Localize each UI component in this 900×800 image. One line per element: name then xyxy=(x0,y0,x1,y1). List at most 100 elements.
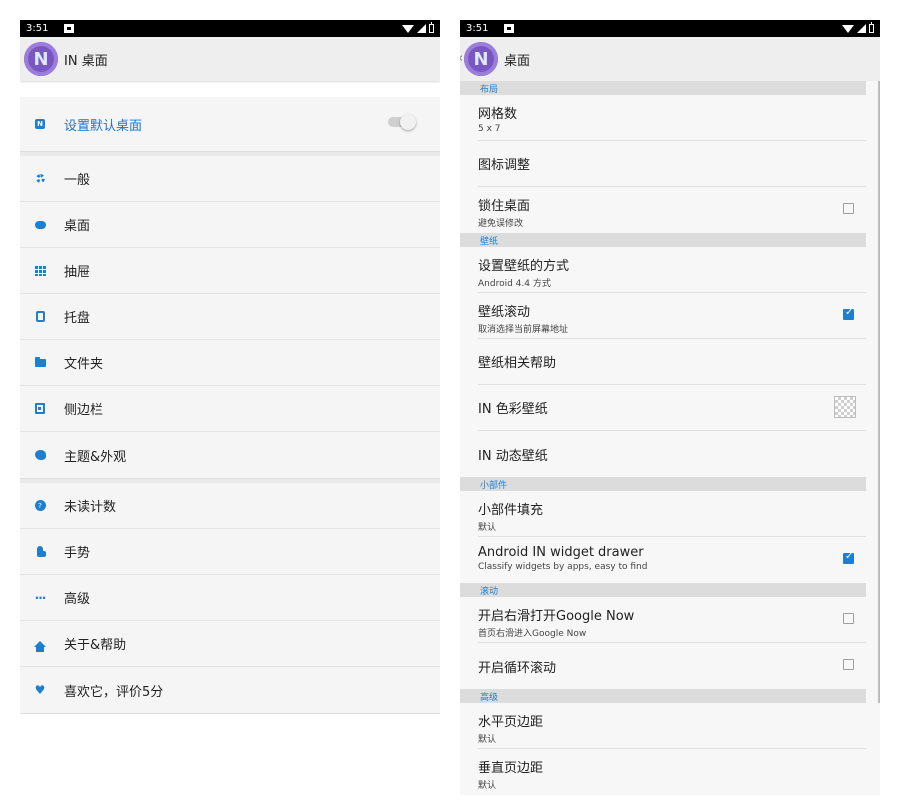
menu-item-gestures[interactable]: 手势 xyxy=(20,529,440,575)
status-bar: 3:51 xyxy=(460,20,880,37)
setting-title: 壁纸滚动 xyxy=(478,305,531,320)
setting-grid-size[interactable]: 网格数 5 x 7 xyxy=(478,95,866,141)
notification-icon xyxy=(64,24,75,33)
setting-title: IN 动态壁纸 xyxy=(478,448,548,464)
back-arrow-icon[interactable]: ‹ xyxy=(460,51,463,66)
menu-item-label: 抽屉 xyxy=(64,265,91,280)
menu-group-other: ? 未读计数 手势 ··· 高级 关于&帮助 ♥ 喜欢它，评价5分 xyxy=(20,483,440,714)
setting-icon-adjust[interactable]: 图标调整 xyxy=(478,141,866,187)
loop-scroll-checkbox[interactable] xyxy=(843,659,854,670)
menu-item-label: 关于&帮助 xyxy=(64,638,127,653)
menu-item-dock[interactable]: 托盘 xyxy=(20,294,440,340)
gear-icon xyxy=(34,173,46,185)
setting-wallpaper-scroll[interactable]: 壁纸滚动 取消选择当前屏幕地址 xyxy=(478,293,866,339)
setting-summary: 默认 xyxy=(478,735,497,745)
app-bar: ‹ N 桌面 xyxy=(460,37,880,81)
setting-title: Android IN widget drawer xyxy=(478,545,644,560)
menu-group-main: 一般 桌面 抽屉 托盘 文件夹 侧边栏 主题&外观 xyxy=(20,156,440,479)
setting-summary: 默认 xyxy=(478,523,497,533)
notification-icon xyxy=(504,24,515,33)
menu-item-general[interactable]: 一般 xyxy=(20,156,440,202)
folder-icon xyxy=(34,356,46,369)
right-screen: 3:51 ‹ N 桌面 布局 网格数 5 x 7 图标调整 锁住桌面 避免误修改… xyxy=(460,20,880,800)
left-screen: 3:51 N IN 桌面 N 设置默认桌面 一般 桌面 抽屉 托盘 文件夹 侧边… xyxy=(20,20,440,780)
menu-item-label: 一般 xyxy=(64,173,91,188)
section-header-advanced: 高级 xyxy=(460,689,866,703)
menu-item-label: 喜欢它，评价5分 xyxy=(64,684,164,700)
setting-live-wallpaper[interactable]: IN 动态壁纸 xyxy=(478,431,866,477)
setting-summary: 首页右滑进入Google Now xyxy=(478,629,587,639)
setting-color-wallpaper[interactable]: IN 色彩壁纸 xyxy=(478,385,866,431)
scrollbar[interactable] xyxy=(878,81,880,703)
tablet-icon xyxy=(34,311,46,323)
lock-desktop-checkbox[interactable] xyxy=(843,203,854,214)
menu-item-label: 托盘 xyxy=(64,311,91,326)
setting-summary: Android 4.4 方式 xyxy=(478,279,551,289)
setting-title: 开启右滑打开Google Now xyxy=(478,609,635,624)
setting-widget-padding[interactable]: 小部件填充 默认 xyxy=(478,491,866,537)
app-logo-icon: N xyxy=(464,42,498,76)
setting-title: IN 色彩壁纸 xyxy=(478,402,548,417)
setting-summary: Classify widgets by apps, easy to find xyxy=(478,562,648,572)
setting-wallpaper-method[interactable]: 设置壁纸的方式 Android 4.4 方式 xyxy=(478,247,866,293)
grid-icon xyxy=(34,265,46,277)
setting-title: 开启循环滚动 xyxy=(478,660,557,676)
setting-horizontal-margin[interactable]: 水平页边距 默认 xyxy=(478,703,866,749)
settings-menu: N 设置默认桌面 一般 桌面 抽屉 托盘 文件夹 侧边栏 主题&外观 ? 未读计… xyxy=(20,97,440,714)
desktop-settings-list: 布局 网格数 5 x 7 图标调整 锁住桌面 避免误修改 壁纸 设置壁纸的方式 … xyxy=(460,81,880,795)
setting-loop-scroll[interactable]: 开启循环滚动 xyxy=(478,643,866,689)
menu-item-label: 文件夹 xyxy=(64,357,104,372)
menu-item-unread-count[interactable]: ? 未读计数 xyxy=(20,483,440,529)
menu-item-label: 未读计数 xyxy=(64,500,117,515)
signal-icon xyxy=(417,24,426,33)
menu-item-rate[interactable]: ♥ 喜欢它，评价5分 xyxy=(20,667,440,713)
google-now-checkbox[interactable] xyxy=(843,613,854,624)
menu-item-sidebar[interactable]: 侧边栏 xyxy=(20,386,440,432)
setting-title: 锁住桌面 xyxy=(478,199,531,214)
app-logo-icon: N xyxy=(24,42,58,76)
setting-widget-drawer[interactable]: Android IN widget drawer Classify widget… xyxy=(478,537,866,583)
palette-icon xyxy=(34,449,46,461)
setting-wallpaper-help[interactable]: 壁纸相关帮助 xyxy=(478,339,866,385)
menu-item-default-launcher[interactable]: N 设置默认桌面 xyxy=(20,97,440,151)
setting-lock-desktop[interactable]: 锁住桌面 避免误修改 xyxy=(478,187,866,233)
default-launcher-toggle[interactable] xyxy=(388,114,416,130)
menu-item-label: 高级 xyxy=(64,592,91,607)
menu-item-label: 侧边栏 xyxy=(64,403,104,418)
status-time: 3:51 xyxy=(466,23,489,34)
menu-item-desktop[interactable]: 桌面 xyxy=(20,202,440,248)
wifi-icon xyxy=(402,24,414,33)
menu-item-label: 手势 xyxy=(64,546,91,561)
menu-item-about-help[interactable]: 关于&帮助 xyxy=(20,621,440,667)
desktop-icon xyxy=(34,219,46,231)
launcher-icon: N xyxy=(34,118,46,130)
widget-drawer-checkbox[interactable] xyxy=(843,551,854,564)
signal-icon xyxy=(857,24,866,33)
section-header-scroll: 滚动 xyxy=(460,583,866,597)
setting-title: 小部件填充 xyxy=(478,503,544,518)
setting-vertical-margin[interactable]: 垂直页边距 默认 xyxy=(478,749,866,795)
setting-title: 壁纸相关帮助 xyxy=(478,356,557,371)
battery-icon xyxy=(429,22,434,33)
wallpaper-scroll-checkbox[interactable] xyxy=(843,307,854,320)
home-icon xyxy=(34,638,46,652)
menu-item-theme[interactable]: 主题&外观 xyxy=(20,432,440,478)
hand-icon xyxy=(34,546,46,558)
setting-title: 设置壁纸的方式 xyxy=(478,259,570,274)
setting-title: 垂直页边距 xyxy=(478,761,544,776)
setting-google-now[interactable]: 开启右滑打开Google Now 首页右滑进入Google Now xyxy=(478,597,866,643)
status-time: 3:51 xyxy=(26,23,49,34)
section-header-wallpaper: 壁纸 xyxy=(460,233,866,247)
setting-title: 网格数 xyxy=(478,107,518,122)
menu-item-drawer[interactable]: 抽屉 xyxy=(20,248,440,294)
app-bar: N IN 桌面 xyxy=(20,37,440,81)
setting-title: 图标调整 xyxy=(478,158,531,173)
menu-item-advanced[interactable]: ··· 高级 xyxy=(20,575,440,621)
status-bar: 3:51 xyxy=(20,20,440,37)
menu-item-folder[interactable]: 文件夹 xyxy=(20,340,440,386)
setting-summary: 5 x 7 xyxy=(478,124,501,134)
menu-item-label: 设置默认桌面 xyxy=(64,118,143,134)
section-header-layout: 布局 xyxy=(460,81,866,95)
setting-title: 水平页边距 xyxy=(478,715,544,730)
badge-icon: ? xyxy=(34,500,46,512)
